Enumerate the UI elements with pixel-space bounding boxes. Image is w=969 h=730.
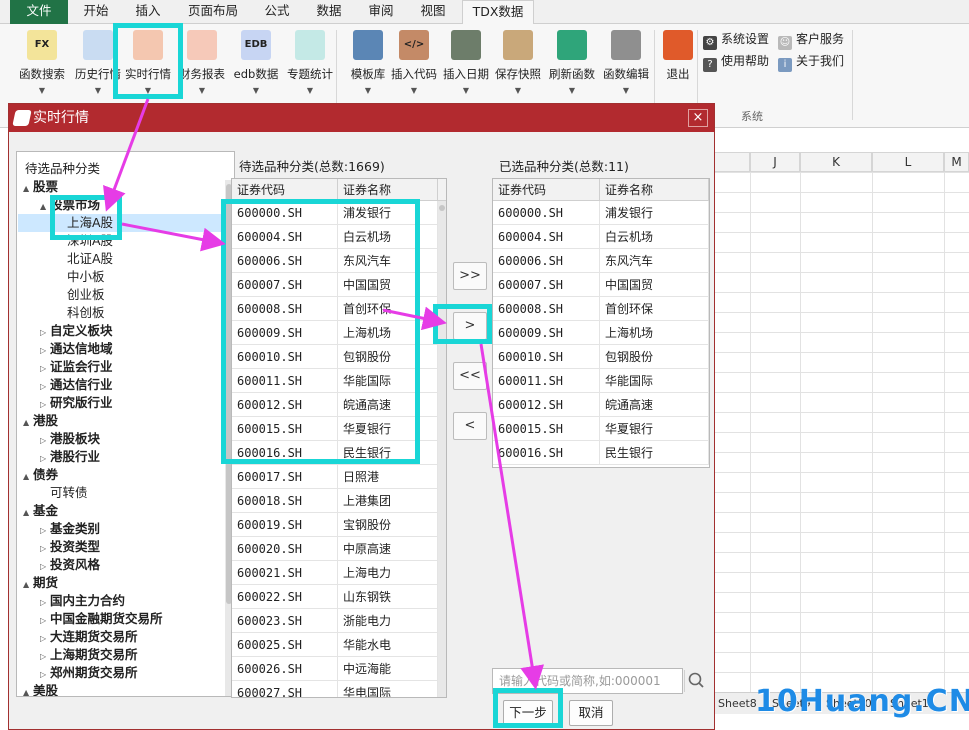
annotation-arrows [103, 98, 545, 690]
arrow-to-candidate-list [121, 222, 226, 252]
arrow-to-next-button [479, 343, 545, 690]
arrow-to-shanghai-a [103, 98, 150, 212]
arrow-to-add-button [382, 306, 447, 331]
